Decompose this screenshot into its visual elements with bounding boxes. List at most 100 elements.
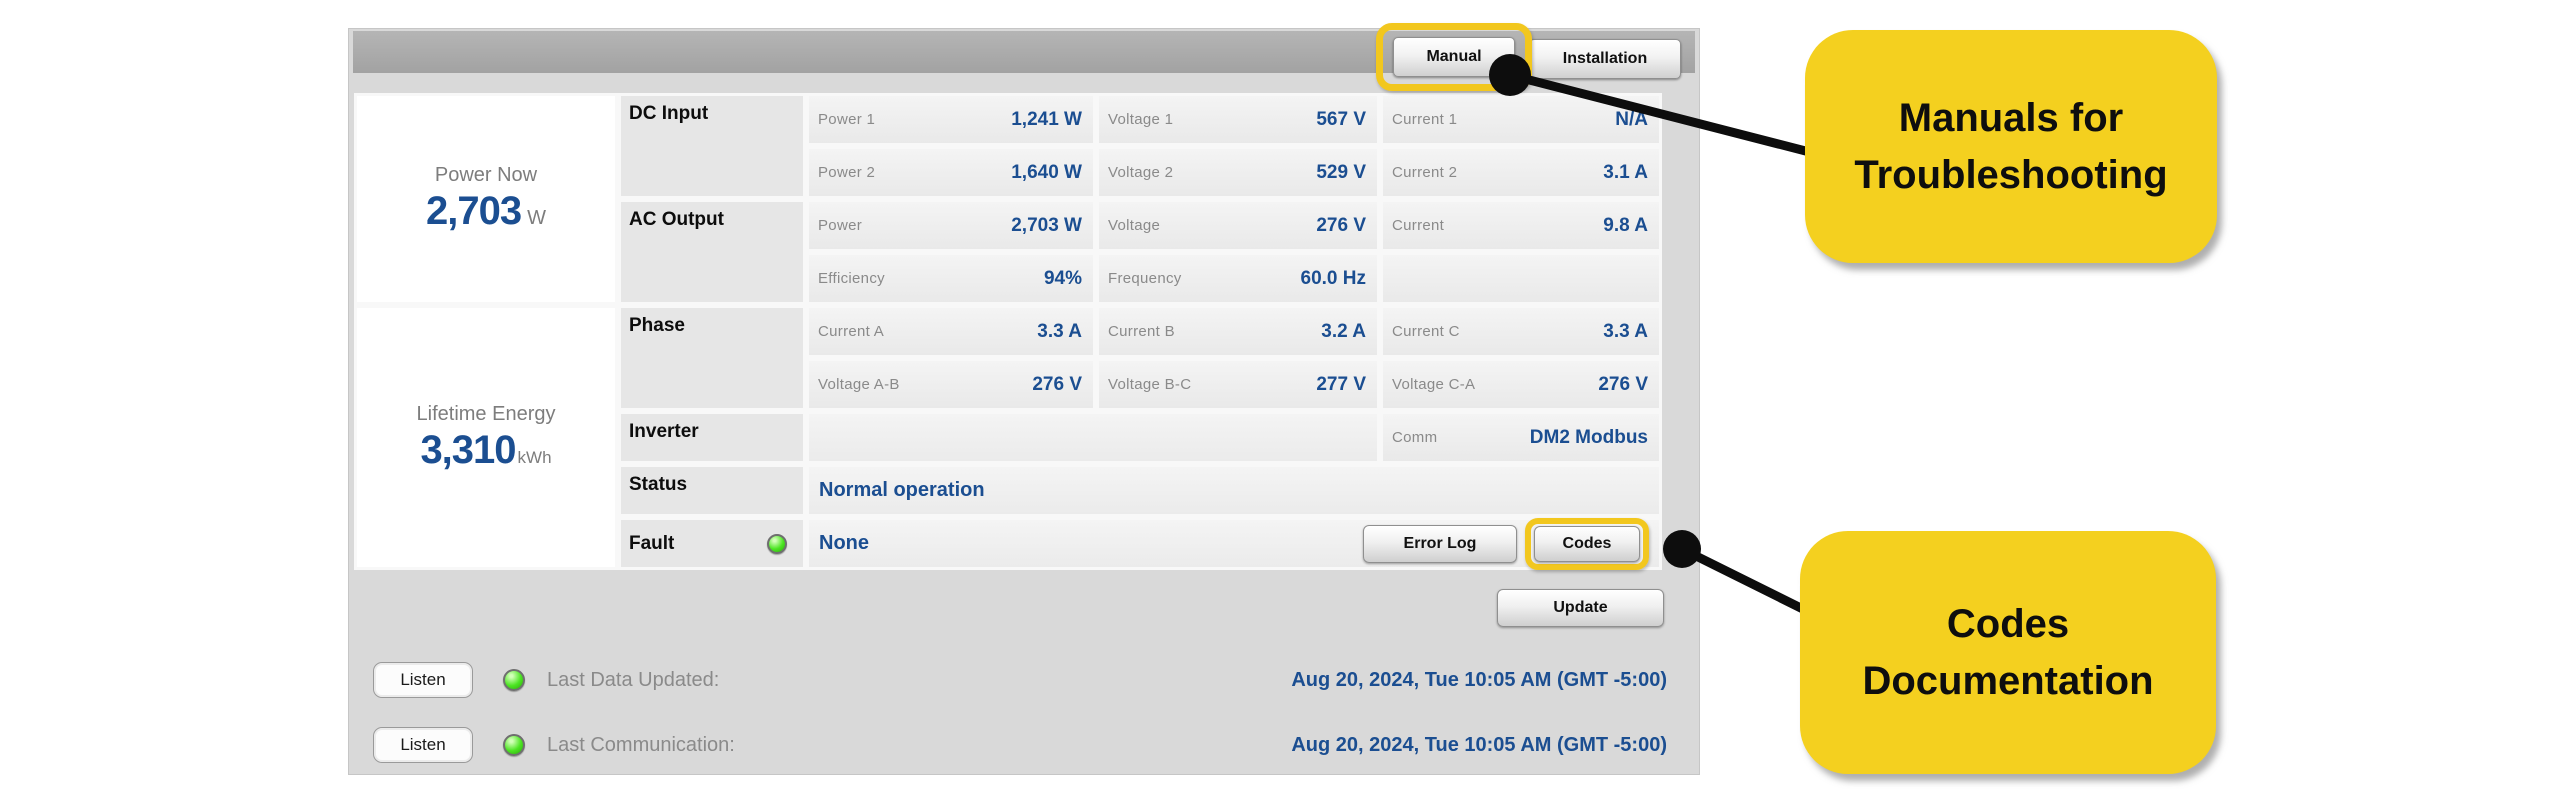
metric-efficiency: Efficiency 94%: [809, 255, 1093, 302]
metric-power1: Power 1 1,241 W: [809, 96, 1093, 143]
lifetime-energy-label: Lifetime Energy: [416, 402, 556, 425]
last-data-updated-label: Last Data Updated:: [547, 668, 720, 691]
section-dc-input: DC Input: [621, 96, 803, 196]
metric-label: Current 2: [1392, 164, 1458, 181]
metric-label: Power 1: [818, 111, 876, 128]
metric-value: 276 V: [1032, 373, 1082, 395]
manual-annotation-callout: Manuals for Troubleshooting: [1805, 30, 2217, 263]
listen-comm-button[interactable]: Listen: [373, 727, 473, 763]
metric-label: Current C: [1392, 323, 1460, 340]
fault-ok-led-icon: [767, 533, 787, 554]
section-fault: Fault: [621, 520, 803, 567]
metric-label: Frequency: [1108, 270, 1182, 287]
last-communication-row: Listen Last Communication: Aug 20, 2024,…: [373, 727, 1667, 763]
inverter-empty-cell: [809, 414, 1377, 461]
metric-ac-power: Power 2,703 W: [809, 202, 1093, 249]
fault-row: None Error Log Codes: [809, 517, 1659, 570]
comm-status-led-icon: [503, 734, 525, 756]
power-now-card: Power Now 2,703 W: [357, 96, 615, 302]
metric-voltage1: Voltage 1 567 V: [1099, 96, 1377, 143]
power-now-value: 2,703: [426, 189, 522, 233]
metric-voltage-ab: Voltage A-B 276 V: [809, 361, 1093, 408]
section-ac-output: AC Output: [621, 202, 803, 302]
metric-value: 277 V: [1316, 373, 1366, 395]
metric-value: 3.2 A: [1321, 320, 1366, 342]
metric-label: Voltage 1: [1108, 111, 1174, 128]
lifetime-energy-value: 3,310: [420, 427, 516, 472]
metric-value: 1,640 W: [1011, 161, 1082, 183]
metric-label: Current 1: [1392, 111, 1458, 128]
metric-current-b: Current B 3.2 A: [1099, 308, 1377, 355]
section-status: Status: [621, 467, 803, 514]
section-phase: Phase: [621, 308, 803, 408]
callout-text: Manuals for: [1898, 95, 2124, 140]
metric-voltage-bc: Voltage B-C 277 V: [1099, 361, 1377, 408]
status-value: Normal operation: [819, 479, 985, 501]
metric-voltage2: Voltage 2 529 V: [1099, 149, 1377, 196]
metrics-table: Power Now 2,703 W Lifetime Energy 3,310 …: [354, 93, 1662, 570]
metric-value: 276 V: [1598, 373, 1648, 395]
codes-annotation-callout: Codes Documentation: [1800, 531, 2216, 774]
metric-label: Current A: [818, 323, 885, 340]
metric-current-c: Current C 3.3 A: [1383, 308, 1659, 355]
metric-value: 2,703 W: [1011, 214, 1082, 236]
power-now-unit: W: [527, 207, 546, 229]
metric-label: Current: [1392, 217, 1445, 234]
listen-data-button[interactable]: Listen: [373, 662, 473, 698]
metric-current2: Current 2 3.1 A: [1383, 149, 1659, 196]
metric-value: 94%: [1043, 267, 1082, 289]
last-communication-value: Aug 20, 2024, Tue 10:05 AM (GMT -5:00): [1291, 733, 1667, 756]
metric-value: 3.1 A: [1603, 161, 1648, 183]
manual-button[interactable]: Manual: [1393, 37, 1515, 77]
metric-label: Voltage: [1108, 217, 1161, 234]
metric-label: Voltage B-C: [1108, 376, 1192, 393]
data-status-led-icon: [503, 669, 525, 691]
metric-value: 276 V: [1316, 214, 1366, 236]
metric-ac-current: Current 9.8 A: [1383, 202, 1659, 249]
metric-value: 60.0 Hz: [1300, 267, 1366, 289]
metric-current1: Current 1 N/A: [1383, 96, 1659, 143]
codes-button-highlight-ring: Codes: [1525, 517, 1649, 570]
fault-value: None: [819, 532, 869, 554]
power-now-label: Power Now: [434, 164, 538, 186]
last-data-updated-value: Aug 20, 2024, Tue 10:05 AM (GMT -5:00): [1291, 668, 1667, 691]
lifetime-energy-unit: kWh: [517, 447, 552, 467]
metric-label: Voltage C-A: [1392, 376, 1476, 393]
update-button[interactable]: Update: [1497, 589, 1664, 627]
metric-comm: Comm DM2 Modbus: [1383, 414, 1659, 461]
metric-label: Comm: [1392, 429, 1438, 446]
callout-text: Codes: [1946, 601, 2070, 646]
metric-value: 1,241 W: [1011, 108, 1082, 130]
metric-value: N/A: [1615, 108, 1648, 130]
metric-label: Current B: [1108, 323, 1175, 340]
metric-power2: Power 2 1,640 W: [809, 149, 1093, 196]
top-toolbar: Manual Installation: [353, 23, 1695, 91]
metric-value: 3.3 A: [1037, 320, 1082, 342]
callout-text: Documentation: [1862, 658, 2154, 703]
installation-button[interactable]: Installation: [1529, 39, 1681, 79]
error-log-button[interactable]: Error Log: [1363, 524, 1517, 563]
fault-label: Fault: [629, 532, 675, 554]
metric-label: Voltage 2: [1108, 164, 1174, 181]
callout-text: Troubleshooting: [1854, 152, 2168, 197]
metric-label: Power 2: [818, 164, 876, 181]
codes-button[interactable]: Codes: [1534, 525, 1640, 562]
status-row: Normal operation: [809, 467, 1659, 514]
last-data-updated-row: Listen Last Data Updated: Aug 20, 2024, …: [373, 662, 1667, 698]
metric-current-a: Current A 3.3 A: [809, 308, 1093, 355]
inverter-monitor-panel: Manual Installation Power Now 2,703 W Li…: [348, 23, 1700, 775]
metric-value: 529 V: [1316, 161, 1366, 183]
metric-value: 3.3 A: [1603, 320, 1648, 342]
metric-ac-voltage: Voltage 276 V: [1099, 202, 1377, 249]
lifetime-energy-card: Lifetime Energy 3,310 kWh: [357, 308, 615, 567]
metric-label: Power: [818, 217, 863, 234]
empty-cell: [1383, 255, 1659, 302]
section-inverter: Inverter: [621, 414, 803, 461]
metric-value: 567 V: [1316, 108, 1366, 130]
metric-frequency: Frequency 60.0 Hz: [1099, 255, 1377, 302]
last-communication-label: Last Communication:: [547, 733, 735, 756]
metric-label: Voltage A-B: [818, 376, 900, 393]
metric-voltage-ca: Voltage C-A 276 V: [1383, 361, 1659, 408]
manual-button-highlight-ring: Manual: [1376, 23, 1532, 91]
metric-label: Efficiency: [818, 270, 885, 287]
